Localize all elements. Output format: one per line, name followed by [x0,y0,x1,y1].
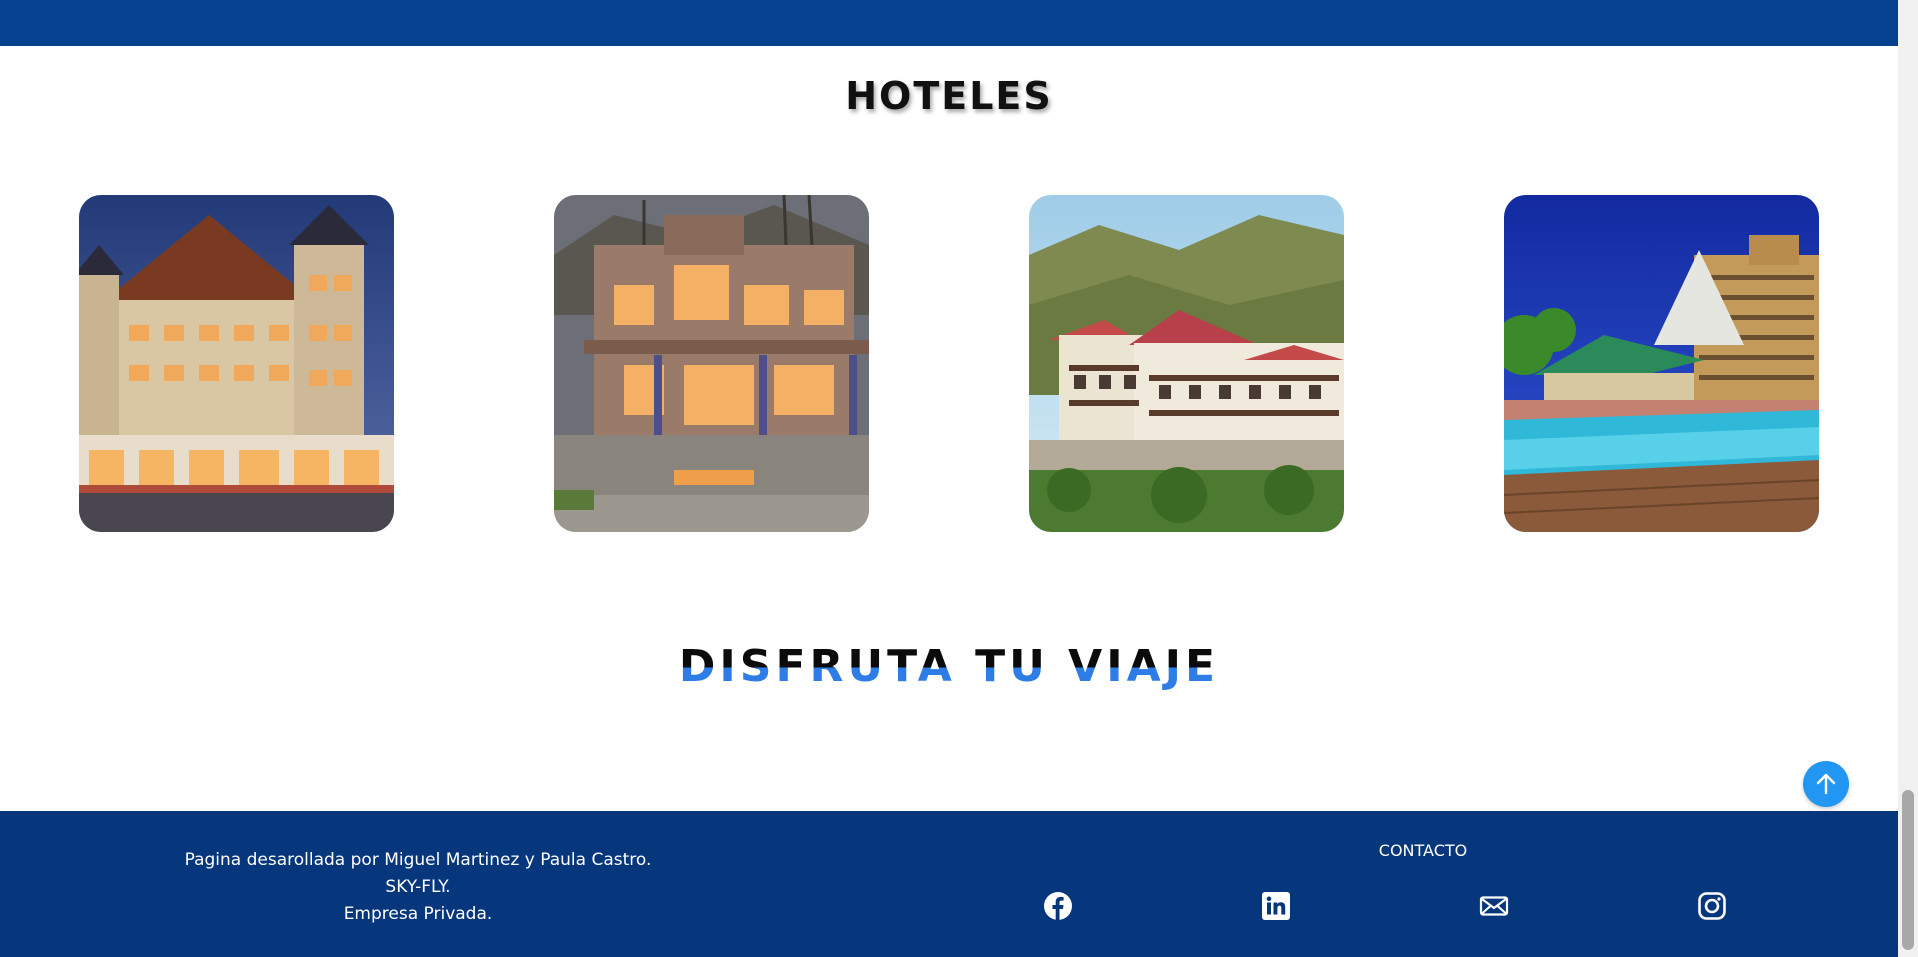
hotel-image-3[interactable] [1029,195,1344,532]
hotel-photo [1504,195,1819,532]
facebook-icon [1044,892,1072,920]
facebook-link[interactable] [1041,889,1075,923]
hotel-photo [79,195,394,532]
top-nav-bar [0,0,1898,46]
linkedin-link[interactable] [1259,889,1293,923]
instagram-link[interactable] [1695,889,1729,923]
site-footer: Pagina desarollada por Miguel Martinez y… [0,811,1898,957]
email-icon [1479,896,1509,916]
hotel-photo [1029,195,1344,532]
credits-authors: Pagina desarollada por Miguel Martinez y… [184,850,652,870]
back-to-top-button[interactable] [1803,761,1849,807]
credits-brand: SKY-FLY. [385,877,451,897]
instagram-icon [1698,892,1726,920]
footer-credits: Pagina desarollada por Miguel Martinez y… [168,847,668,928]
hotel-photo [554,195,869,532]
scrollbar-thumb[interactable] [1902,790,1914,950]
contact-title: CONTACTO [1378,841,1468,860]
vertical-scrollbar[interactable] [1898,0,1918,957]
hotel-image-2[interactable] [554,195,869,532]
linkedin-icon [1262,892,1290,920]
email-link[interactable] [1477,889,1511,923]
hotel-image-1[interactable] [79,195,394,532]
credits-company: Empresa Privada. [343,904,493,924]
arrow-up-icon [1816,773,1836,795]
slogan-heading: DISFRUTA TU VIAJE [0,641,1898,692]
main-content: HOTELES DISFRUTA TU VIAJE [0,46,1898,811]
hotel-image-4[interactable] [1504,195,1819,532]
section-title: HOTELES [845,74,1053,118]
